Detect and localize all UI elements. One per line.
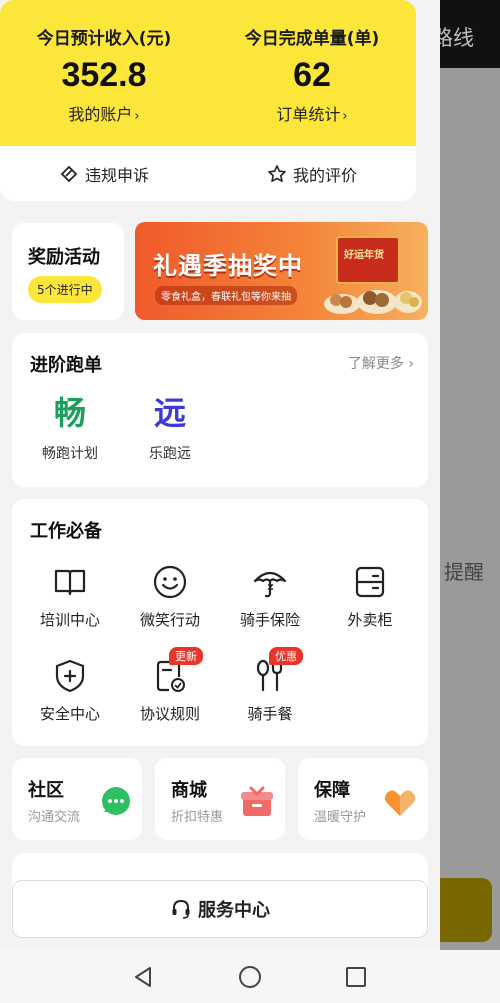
snacks-image [324,290,422,314]
protection-card[interactable]: 保障 温暖守护 [298,758,428,840]
reward-count-badge: 5个进行中 [28,276,102,303]
document-check-icon: 更新 [151,647,203,695]
update-tag: 更新 [169,647,203,665]
order-stats-label: 订单统计 [276,105,341,124]
smile-icon [151,563,189,601]
heart-shield-icon [385,790,415,816]
training-center-label: 培训中心 [39,611,100,629]
my-reviews-button[interactable]: 我的评价 [208,146,416,201]
reward-activity-card[interactable]: 奖励活动 5个进行中 [12,223,124,320]
community-title: 社区 [28,780,64,801]
run-plan-label: 畅跑计划 [42,446,98,462]
food-locker-label: 外卖柜 [347,611,393,629]
gift-box-image: 好运年货 [336,236,400,284]
protection-subtitle: 温暖守护 [314,810,367,825]
banner-subtitle: 零食礼盒，春联礼包等你来抽 [155,286,297,305]
recent-apps-icon[interactable] [343,964,369,990]
banner-title: 礼遇季抽奖中 [153,252,303,280]
rider-meal-label: 骑手餐 [247,705,293,723]
my-account-link[interactable]: 我的账户 › [0,101,208,125]
safety-center-item[interactable]: 安全中心 [18,657,122,724]
smile-action-item[interactable]: 微笑行动 [118,563,222,630]
work-essentials-card: 工作必备 培训中心 微笑行动 骑手保险 外卖柜 安全中心 更新 协议规则 优惠 … [12,499,428,746]
headset-icon [172,899,190,919]
rider-meal-item[interactable]: 优惠 骑手餐 [218,647,322,724]
utensils-icon: 优惠 [251,647,303,695]
earnings-card: 今日预计收入(元) 352.8 我的账户 › 今日完成单量(单) 62 订单统计 ›… [0,0,416,201]
run-far-label: 乐跑远 [149,446,191,462]
orders-label: 今日完成单量(单) [244,29,380,49]
income-value: 352.8 [61,56,147,94]
gift-box-icon [241,786,273,816]
chat-bubbles-icon [102,787,130,815]
agreement-rules-label: 协议规则 [139,705,200,723]
service-center-button[interactable]: 服务中心 [12,880,428,938]
rider-insurance-item[interactable]: 骑手保险 [218,563,322,630]
discount-tag: 优惠 [269,647,303,665]
violation-appeal-label: 违规申诉 [84,165,149,185]
mall-title: 商城 [171,780,207,801]
community-subtitle: 沟通交流 [28,810,81,825]
earnings-summary: 今日预计收入(元) 352.8 我的账户 › 今日完成单量(单) 62 订单统计 › [0,0,416,146]
chevron-right-icon: › [408,356,414,372]
umbrella-icon [251,563,289,601]
background-reminder-text: 提醒 [444,560,484,584]
protection-title: 保障 [314,780,350,801]
side-drawer: 今日预计收入(元) 352.8 我的账户 › 今日完成单量(单) 62 订单统计 ›… [0,0,440,950]
mall-card[interactable]: 商城 折扣特惠 [155,758,285,840]
orders-value: 62 [293,56,331,94]
reward-title: 奖励活动 [28,247,100,268]
chevron-right-icon: › [134,109,140,124]
home-icon[interactable] [237,964,263,990]
run-far-logo-icon: 远 [153,394,186,432]
lottery-banner[interactable]: 礼遇季抽奖中 零食礼盒，春联礼包等你来抽 好运年货 [135,222,428,320]
chevron-right-icon: › [342,109,348,124]
my-reviews-label: 我的评价 [292,165,357,185]
food-locker-item[interactable]: 外卖柜 [318,563,422,630]
earnings-actions: 违规申诉 我的评价 [0,146,416,201]
orders-column: 今日完成单量(单) 62 订单统计 › [208,0,416,146]
advanced-run-card: 进阶跑单 了解更多 › 畅 畅跑计划 远 乐跑远 [12,333,428,487]
rider-insurance-label: 骑手保险 [239,611,300,629]
violation-appeal-button[interactable]: 违规申诉 [0,146,208,201]
learn-more-link[interactable]: 了解更多 › [348,353,414,373]
order-stats-link[interactable]: 订单统计 › [208,101,416,125]
training-center-item[interactable]: 培训中心 [18,563,122,630]
shield-plus-icon [51,657,89,695]
gift-box-text: 好运年货 [344,250,384,261]
my-account-label: 我的账户 [68,105,133,124]
run-far-item[interactable]: 远 乐跑远 [125,391,215,463]
mall-subtitle: 折扣特惠 [171,810,224,825]
income-column: 今日预计收入(元) 352.8 我的账户 › [0,0,208,146]
locker-icon [351,563,389,601]
smile-action-label: 微笑行动 [139,611,200,629]
learn-more-label: 了解更多 [347,356,404,372]
system-navigation-bar [0,950,500,1003]
appeal-icon [60,165,78,182]
agreement-rules-item[interactable]: 更新 协议规则 [118,647,222,724]
community-card[interactable]: 社区 沟通交流 [12,758,142,840]
section-title: 进阶跑单 [30,355,102,376]
star-icon [268,164,286,182]
run-plan-logo-icon: 畅 [53,394,86,432]
back-icon[interactable] [131,964,157,990]
run-plan-item[interactable]: 畅 畅跑计划 [25,391,115,463]
service-center-label: 服务中心 [198,900,270,921]
income-label: 今日预计收入(元) [36,29,172,49]
book-icon [51,563,89,601]
section-title: 工作必备 [30,521,102,542]
safety-center-label: 安全中心 [39,705,100,723]
